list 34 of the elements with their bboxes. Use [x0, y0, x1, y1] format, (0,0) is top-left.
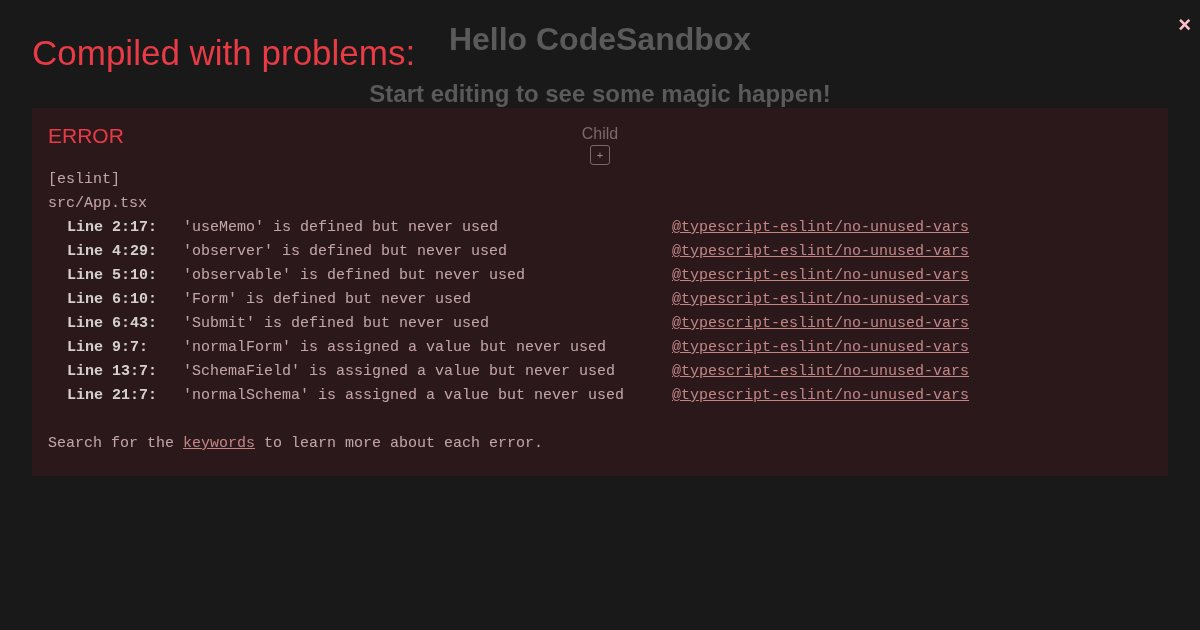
rule-link[interactable]: @typescript-eslint/no-unused-vars	[672, 360, 970, 384]
overlay-title: Compiled with problems:	[32, 33, 416, 73]
problem-message: 'SchemaField' is assigned a value but never used	[183, 362, 617, 382]
rule-link[interactable]: @typescript-eslint/no-unused-vars	[672, 312, 970, 336]
rule-link[interactable]: @typescript-eslint/no-unused-vars	[672, 216, 970, 240]
problem-message: 'normalSchema' is assigned a value but never used	[183, 386, 626, 406]
problem-location: Line 9:7:	[67, 338, 149, 358]
problem-location: Line 2:17:	[67, 218, 158, 238]
rule-link[interactable]: @typescript-eslint/no-unused-vars	[672, 384, 970, 408]
problem-location: Line 13:7:	[67, 362, 158, 382]
problem-location: Line 5:10:	[67, 266, 158, 286]
file-path: src/App.tsx	[48, 194, 148, 214]
problem-location: Line 21:7:	[67, 386, 158, 406]
problem-message: 'useMemo' is defined but never used	[183, 218, 500, 238]
hint-text: Search for the keywords to learn more about each error.	[48, 434, 544, 454]
child-label: Child	[581, 125, 619, 143]
error-label: ERROR	[48, 124, 124, 148]
error-source: [eslint]	[48, 170, 120, 190]
problem-message: 'normalForm' is assigned a value but never used	[183, 338, 608, 358]
rule-link[interactable]: @typescript-eslint/no-unused-vars	[672, 288, 970, 312]
problem-message: 'observable' is defined but never used	[183, 266, 527, 286]
close-button[interactable]: ×	[1178, 15, 1191, 35]
rule-link[interactable]: @typescript-eslint/no-unused-vars	[672, 264, 970, 288]
keywords-link[interactable]: keywords	[183, 435, 256, 452]
problem-message: 'observer' is defined but never used	[183, 242, 509, 262]
page-subheading: Start editing to see some magic happen!	[369, 80, 831, 108]
rule-link[interactable]: @typescript-eslint/no-unused-vars	[672, 240, 970, 264]
problem-location: Line 6:43:	[67, 314, 158, 334]
problem-location: Line 6:10:	[67, 290, 158, 310]
problem-message: 'Submit' is defined but never used	[183, 314, 491, 334]
problem-message: 'Form' is defined but never used	[183, 290, 473, 310]
problem-location: Line 4:29:	[67, 242, 158, 262]
page-heading: Hello CodeSandbox	[448, 21, 752, 58]
rule-link[interactable]: @typescript-eslint/no-unused-vars	[672, 336, 970, 360]
